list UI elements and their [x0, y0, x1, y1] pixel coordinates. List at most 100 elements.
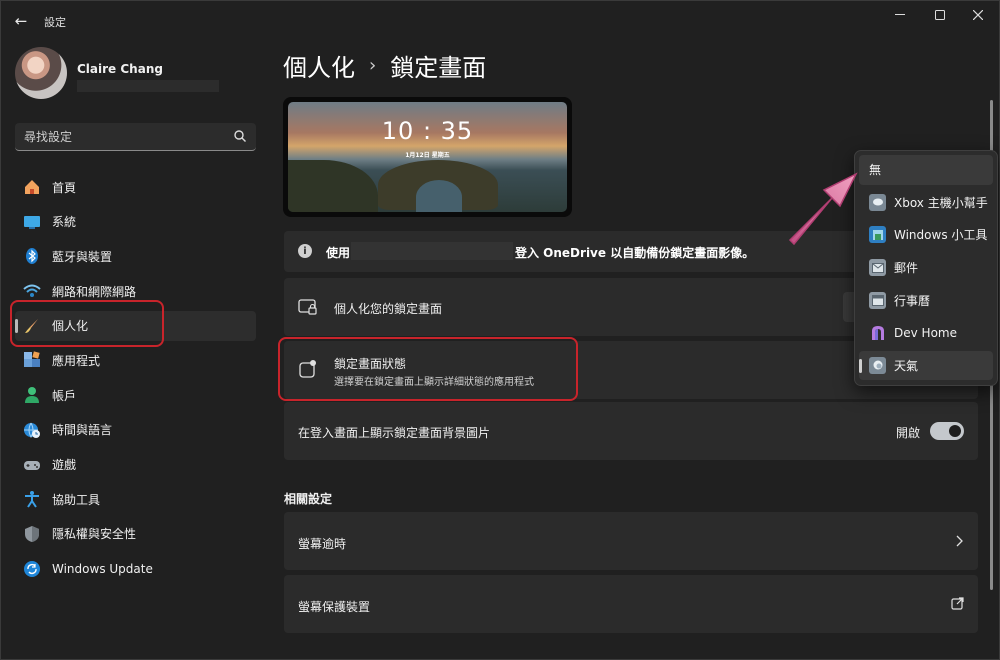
signin-background-label: 在登入畫面上顯示鎖定畫面背景圖片 — [298, 426, 491, 440]
sidebar-item-label: 藍牙與裝置 — [52, 249, 113, 264]
minimize-button[interactable] — [880, 0, 920, 30]
chevron-right-icon — [956, 535, 963, 547]
sidebar-item-accounts[interactable]: 帳戶 — [15, 380, 256, 410]
bluetooth-icon — [23, 247, 41, 265]
monitor-icon — [23, 213, 41, 231]
sidebar-item-label: 系統 — [52, 215, 77, 230]
signin-background-toggle[interactable] — [930, 422, 964, 440]
toggle-knob — [949, 425, 961, 437]
toggle-state-label: 開啟 — [895, 426, 920, 440]
avatar[interactable] — [15, 47, 67, 99]
option-label: 天氣 — [894, 358, 919, 373]
sidebar-item-label: 應用程式 — [52, 353, 101, 368]
sidebar-item-time-language[interactable]: 時間與語言 — [15, 415, 256, 445]
home-icon — [23, 178, 41, 196]
maximize-button[interactable] — [920, 0, 960, 30]
mail-icon — [869, 259, 886, 277]
dropdown-option-xbox[interactable]: Xbox 主機小幫手 — [859, 188, 993, 218]
widgets-icon — [869, 226, 886, 244]
option-label: 行事曆 — [894, 293, 931, 308]
option-label: 郵件 — [894, 261, 919, 276]
sidebar-item-label: 帳戶 — [52, 388, 77, 403]
breadcrumb: 個人化 › 鎖定畫面 — [283, 48, 486, 83]
dropdown-option-mail[interactable]: 郵件 — [859, 253, 993, 283]
search-icon[interactable] — [233, 129, 247, 143]
dev-home-icon — [869, 324, 886, 341]
sidebar-item-accessibility[interactable]: 協助工具 — [15, 484, 256, 514]
sidebar-item-label: 時間與語言 — [52, 423, 113, 438]
maximize-icon — [935, 10, 945, 20]
annotation-arrow — [788, 172, 858, 246]
page-title: 鎖定畫面 — [390, 54, 487, 82]
xbox-icon — [869, 193, 886, 211]
lock-screen-image: 10 : 35 1月12日 星期五 — [288, 102, 567, 212]
signin-background-row: 在登入畫面上顯示鎖定畫面背景圖片 開啟 — [284, 402, 978, 460]
sidebar-item-gaming[interactable]: 遊戲 — [15, 450, 256, 480]
close-icon — [973, 10, 983, 20]
lock-screen-preview: 10 : 35 1月12日 星期五 — [283, 97, 572, 217]
person-icon — [23, 386, 41, 404]
related-screen-saver[interactable]: 螢幕保護裝置 — [284, 575, 978, 633]
dropdown-option-weather[interactable]: 天氣 — [859, 350, 993, 381]
screen-timeout-label: 螢幕逾時 — [298, 537, 347, 551]
sidebar-item-home[interactable]: 首頁 — [15, 172, 256, 202]
dropdown-option-calendar[interactable]: 行事曆 — [859, 285, 993, 315]
app-title: 設定 — [44, 16, 66, 29]
dropdown-option-none[interactable]: 無 — [859, 155, 993, 185]
update-icon — [23, 560, 41, 578]
shield-icon — [23, 525, 41, 543]
sidebar-item-label: 網路和網際網路 — [52, 284, 137, 299]
sidebar-item-bluetooth[interactable]: 藍牙與裝置 — [15, 241, 256, 271]
info-icon: i — [298, 244, 312, 258]
info-text-prefix: 使用 — [326, 246, 351, 260]
lock-date: 1月12日 星期五 — [405, 152, 450, 159]
search-input[interactable] — [24, 128, 224, 146]
dropdown-option-widgets[interactable]: Windows 小工具 — [859, 220, 993, 250]
selected-indicator — [859, 358, 862, 373]
lock-status-dropdown: 無 Xbox 主機小幫手 Windows 小工具 郵件 行事曆 Dev Home — [854, 150, 998, 386]
annotation-highlight-status — [278, 337, 578, 401]
preview-arch — [416, 180, 462, 212]
sidebar-item-system[interactable]: 系統 — [15, 207, 256, 237]
title-bar: ← 設定 — [0, 0, 1000, 40]
dropdown-option-dev-home[interactable]: Dev Home — [859, 318, 993, 348]
related-settings-heading: 相關設定 — [284, 492, 333, 506]
user-name: Claire Chang — [77, 62, 163, 76]
globe-clock-icon — [23, 421, 41, 439]
apps-icon — [23, 351, 41, 369]
sidebar-item-label: 遊戲 — [52, 458, 77, 472]
user-email-redacted — [77, 80, 219, 92]
accessibility-icon — [23, 490, 41, 508]
search-box[interactable] — [15, 123, 256, 151]
back-button[interactable]: ← — [10, 10, 32, 32]
option-label: Dev Home — [894, 325, 957, 340]
breadcrumb-parent[interactable]: 個人化 — [283, 48, 355, 83]
lock-screen-icon — [298, 299, 317, 315]
personalize-lock-screen-label: 個人化您的鎖定畫面 — [334, 302, 443, 316]
option-label: Windows 小工具 — [894, 228, 988, 243]
sidebar-item-label: 首頁 — [52, 180, 77, 195]
wifi-icon — [23, 282, 41, 300]
account-redacted — [351, 242, 513, 260]
sidebar-item-label: 隱私權與安全性 — [52, 527, 137, 542]
calendar-icon — [869, 291, 886, 309]
related-screen-timeout[interactable]: 螢幕逾時 — [284, 512, 978, 570]
sidebar-item-label: 協助工具 — [52, 492, 101, 507]
screen-saver-label: 螢幕保護裝置 — [298, 600, 371, 614]
option-label: 無 — [869, 163, 882, 178]
sidebar-item-privacy[interactable]: 隱私權與安全性 — [15, 519, 256, 549]
weather-icon — [869, 356, 886, 374]
info-text-suffix: 登入 OneDrive 以自動備份鎖定畫面影像。 — [515, 246, 755, 260]
sidebar-item-label: Windows Update — [52, 561, 153, 576]
minimize-icon — [895, 14, 905, 15]
lock-time: 10 : 35 — [381, 117, 474, 145]
breadcrumb-separator: › — [369, 55, 377, 76]
external-link-icon — [951, 597, 964, 610]
sidebar-item-windows-update[interactable]: Windows Update — [15, 554, 256, 584]
gamepad-icon — [23, 456, 41, 474]
sidebar-item-apps[interactable]: 應用程式 — [15, 345, 256, 375]
sidebar-nav: 首頁 系統 藍牙與裝置 網路和網際網路 個人化 應用程式 帳戶 時間與語言 遊戲… — [15, 172, 256, 588]
annotation-highlight-nav — [10, 300, 164, 347]
close-button[interactable] — [958, 0, 998, 30]
preview-cliff — [288, 160, 378, 212]
